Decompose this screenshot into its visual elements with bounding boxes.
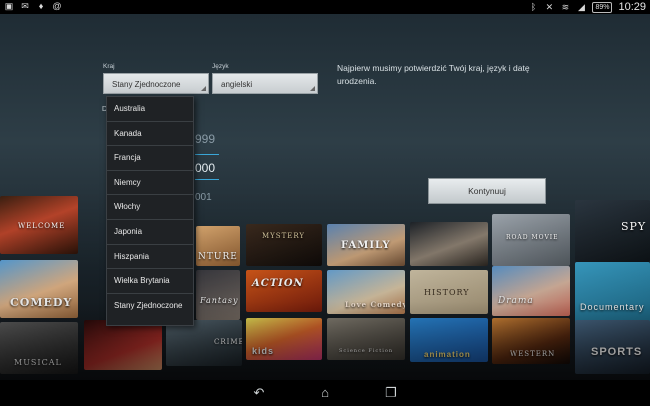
at-icon: @: [52, 1, 62, 11]
country-option-stany-zjednoczone[interactable]: Stany Zjednoczone: [107, 294, 193, 319]
poster-action: ACTION: [246, 270, 322, 312]
twitter-icon: ♦: [38, 1, 44, 11]
poster-drama: Drama: [492, 266, 570, 316]
language-label: Język: [212, 63, 229, 70]
poster-documentary: Documentary: [575, 262, 650, 324]
poster-fantasy: Fantasy: [196, 270, 240, 320]
poster-candles: [84, 320, 162, 370]
mute-icon: ✕: [545, 1, 554, 12]
mail-icon: ✉: [21, 1, 29, 11]
poster-couple: [410, 222, 488, 266]
country-option-wlochy[interactable]: Włochy: [107, 195, 193, 220]
poster-love-comedy: Love Comedy: [327, 270, 405, 314]
poster-road-movie: ROAD MOVIE: [492, 214, 570, 266]
poster-kids: kids: [246, 318, 322, 360]
poster-animation: animation: [410, 318, 488, 362]
signal-icon: ◢: [577, 1, 585, 12]
year-option-next[interactable]: 001: [195, 192, 212, 203]
poster-science-fiction: Science Fiction: [327, 318, 405, 360]
poster-welcome: WELCOME: [0, 196, 78, 254]
poster-mystery: MYSTERY: [246, 224, 322, 266]
year-option-prev[interactable]: 999: [195, 132, 215, 146]
year-selection-line-bottom: [195, 179, 219, 180]
intro-text: Najpierw musimy potwierdzić Twój kraj, j…: [337, 63, 530, 86]
country-option-niemcy[interactable]: Niemcy: [107, 171, 193, 196]
battery-indicator: 89%: [592, 1, 613, 13]
continue-button[interactable]: Kontynuuj: [428, 178, 546, 204]
back-icon[interactable]: ↶: [246, 383, 272, 403]
recents-icon[interactable]: ❐: [378, 383, 404, 403]
country-select[interactable]: Stany Zjednoczone: [103, 73, 209, 94]
gallery-icon: ▣: [4, 1, 14, 11]
poster-sports: SPORTS: [575, 320, 650, 374]
genre-poster-wall: WELCOME NTURE MYSTERY FAMILY ROAD MOVIE …: [0, 14, 650, 380]
language-select[interactable]: angielski: [212, 73, 318, 94]
poster-crime: CRIME: [166, 320, 242, 366]
year-selection-line: [195, 154, 219, 155]
clock: 10:29: [618, 1, 646, 13]
poster-spy: SPY: [575, 200, 650, 262]
poster-comedy: COMEDY: [0, 260, 78, 318]
country-option-australia[interactable]: Australia: [107, 97, 193, 122]
country-dropdown-list: Australia Kanada Francja Niemcy Włochy J…: [106, 96, 194, 326]
country-label: Kraj: [103, 63, 115, 70]
country-option-francja[interactable]: Francja: [107, 146, 193, 171]
year-option-selected[interactable]: 000: [195, 161, 215, 175]
navigation-bar: ↶ ⌂ ❐: [0, 380, 650, 406]
poster-history: HISTORY: [410, 270, 488, 314]
poster-musical: MUSICAL: [0, 322, 78, 374]
country-option-wielka-brytania[interactable]: Wielka Brytania: [107, 269, 193, 294]
setup-screen: WELCOME NTURE MYSTERY FAMILY ROAD MOVIE …: [0, 14, 650, 380]
home-icon[interactable]: ⌂: [312, 383, 338, 403]
status-bar: ▣ ✉ ♦ @ ᛒ ✕ ≋ ◢ 89% 10:29: [0, 0, 650, 14]
bluetooth-icon: ᛒ: [530, 1, 537, 12]
wifi-icon: ≋: [561, 1, 570, 12]
poster-family: FAMILY: [327, 224, 405, 266]
poster-adventure: NTURE: [196, 226, 240, 266]
country-option-kanada[interactable]: Kanada: [107, 122, 193, 147]
poster-western: WESTERN: [492, 318, 570, 364]
country-option-hiszpania[interactable]: Hiszpania: [107, 245, 193, 270]
country-option-japonia[interactable]: Japonia: [107, 220, 193, 245]
